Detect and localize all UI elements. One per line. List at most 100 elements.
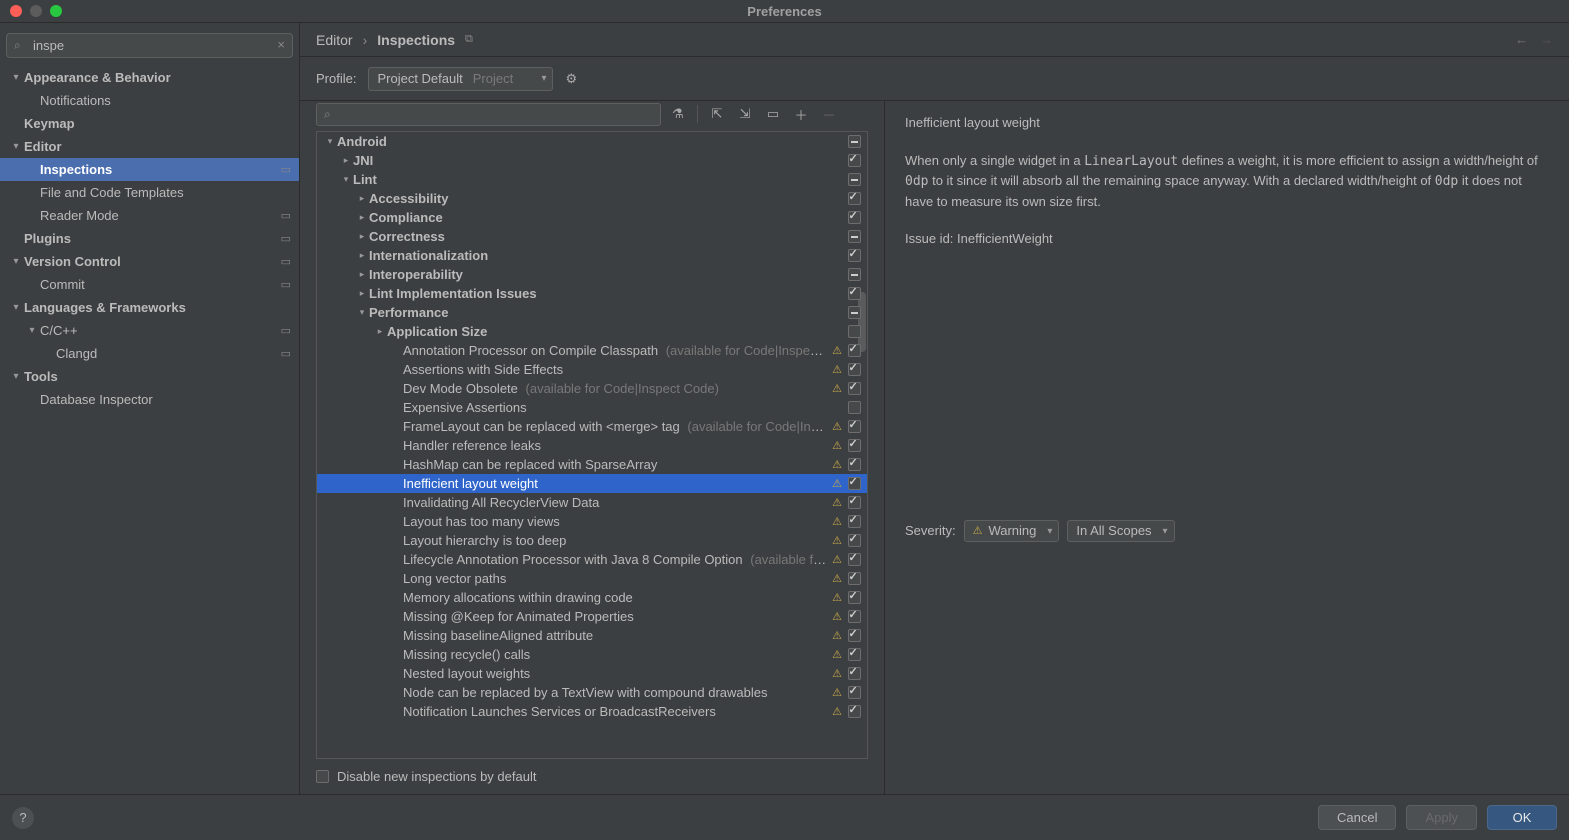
sidebar-item[interactable]: Reader Mode▭ [0,204,299,227]
inspection-item[interactable]: Missing @Keep for Animated Properties⚠ [317,607,867,626]
sidebar-item[interactable]: ▾Version Control▭ [0,250,299,273]
reset-icon[interactable]: ▭ [762,103,784,125]
inspection-item[interactable]: Inefficient layout weight⚠ [317,474,867,493]
inspection-checkbox[interactable] [848,572,861,585]
scrollbar-thumb[interactable] [858,292,866,352]
checkbox-mixed[interactable] [848,268,861,281]
inspection-search[interactable]: ⌕ [316,103,661,126]
sidebar-item[interactable]: Commit▭ [0,273,299,296]
sidebar-item[interactable]: Keymap [0,112,299,135]
sidebar-item[interactable]: ▾C/C++▭ [0,319,299,342]
disable-new-checkbox[interactable] [316,770,329,783]
inspection-item[interactable]: Handler reference leaks⚠ [317,436,867,455]
breadcrumb-part[interactable]: Editor [316,32,353,48]
inspection-checkbox[interactable] [848,325,861,338]
inspection-item[interactable]: Missing recycle() calls⚠ [317,645,867,664]
inspection-item[interactable]: ▾Lint [317,170,867,189]
profile-dropdown[interactable]: Project Default Project [368,67,553,91]
maximize-icon[interactable] [50,5,62,17]
inspection-checkbox[interactable] [848,154,861,167]
filter-icon[interactable]: ⚗ [667,103,689,125]
inspection-item[interactable]: HashMap can be replaced with SparseArray… [317,455,867,474]
help-icon[interactable]: ? [12,807,34,829]
inspection-checkbox[interactable] [848,477,861,490]
inspection-checkbox[interactable] [848,515,861,528]
remove-icon[interactable]: － [818,103,840,125]
inspection-search-input[interactable] [316,103,661,126]
inspection-item[interactable]: ▾Android [317,132,867,151]
inspection-checkbox[interactable] [848,249,861,262]
sidebar-item[interactable]: ▾Tools [0,365,299,388]
inspection-item[interactable]: ▸Accessibility [317,189,867,208]
inspection-checkbox[interactable] [848,401,861,414]
sidebar-item[interactable]: Clangd▭ [0,342,299,365]
inspection-tree[interactable]: ▾Android▸JNI▾Lint▸Accessibility▸Complian… [316,131,868,759]
settings-tree[interactable]: ▾Appearance & BehaviorNotificationsKeyma… [0,66,299,794]
inspection-item[interactable]: Long vector paths⚠ [317,569,867,588]
inspection-item[interactable]: Lifecycle Annotation Processor with Java… [317,550,867,569]
apply-button[interactable]: Apply [1406,805,1477,830]
inspection-checkbox[interactable] [848,686,861,699]
inspection-checkbox[interactable] [848,610,861,623]
inspection-item[interactable]: ▸Internationalization [317,246,867,265]
inspection-item[interactable]: Layout hierarchy is too deep⚠ [317,531,867,550]
close-icon[interactable] [10,5,22,17]
checkbox-mixed[interactable] [848,173,861,186]
inspection-item[interactable]: Annotation Processor on Compile Classpat… [317,341,867,360]
inspection-checkbox[interactable] [848,458,861,471]
inspection-item[interactable]: Notification Launches Services or Broadc… [317,702,867,721]
inspection-item[interactable]: ▸Interoperability [317,265,867,284]
inspection-checkbox[interactable] [848,496,861,509]
inspection-item[interactable]: ▸Application Size [317,322,867,341]
inspection-checkbox[interactable] [848,363,861,376]
clear-icon[interactable]: × [277,37,285,52]
inspection-checkbox[interactable] [848,344,861,357]
sidebar-item[interactable]: File and Code Templates [0,181,299,204]
gear-icon[interactable]: ⚙ [565,71,577,87]
sidebar-item[interactable]: Database Inspector [0,388,299,411]
inspection-item[interactable]: Nested layout weights⚠ [317,664,867,683]
inspection-checkbox[interactable] [848,287,861,300]
inspection-checkbox[interactable] [848,705,861,718]
inspection-checkbox[interactable] [848,648,861,661]
expand-all-icon[interactable]: ⇱ [706,103,728,125]
back-icon[interactable]: ← [1515,32,1528,47]
minimize-icon[interactable] [30,5,42,17]
inspection-item[interactable]: Layout has too many views⚠ [317,512,867,531]
checkbox-mixed[interactable] [848,230,861,243]
checkbox-mixed[interactable] [848,135,861,148]
inspection-item[interactable]: Missing baselineAligned attribute⚠ [317,626,867,645]
inspection-checkbox[interactable] [848,211,861,224]
inspection-item[interactable]: ▸JNI [317,151,867,170]
ok-button[interactable]: OK [1487,805,1557,830]
inspection-checkbox[interactable] [848,591,861,604]
settings-search[interactable]: ⌕ × [6,33,293,58]
inspection-item[interactable]: Memory allocations within drawing code⚠ [317,588,867,607]
sidebar-item[interactable]: ▾Languages & Frameworks [0,296,299,319]
settings-search-input[interactable] [6,33,293,58]
inspection-item[interactable]: ▸Lint Implementation Issues [317,284,867,303]
inspection-checkbox[interactable] [848,192,861,205]
sidebar-item[interactable]: Inspections▭ [0,158,299,181]
inspection-checkbox[interactable] [848,553,861,566]
inspection-item[interactable]: ▸Compliance [317,208,867,227]
inspection-item[interactable]: Invalidating All RecyclerView Data⚠ [317,493,867,512]
inspection-checkbox[interactable] [848,629,861,642]
cancel-button[interactable]: Cancel [1318,805,1396,830]
sidebar-item[interactable]: Notifications [0,89,299,112]
checkbox-mixed[interactable] [848,306,861,319]
add-icon[interactable]: ＋ [790,103,812,125]
inspection-checkbox[interactable] [848,534,861,547]
inspection-checkbox[interactable] [848,382,861,395]
scope-dropdown[interactable]: In All Scopes [1067,520,1174,542]
inspection-item[interactable]: ▸Correctness [317,227,867,246]
inspection-item[interactable]: Expensive Assertions [317,398,867,417]
collapse-all-icon[interactable]: ⇲ [734,103,756,125]
inspection-item[interactable]: FrameLayout can be replaced with <merge>… [317,417,867,436]
inspection-item[interactable]: ▾Performance [317,303,867,322]
sidebar-item[interactable]: Plugins▭ [0,227,299,250]
inspection-item[interactable]: Dev Mode Obsolete (available for Code|In… [317,379,867,398]
sidebar-item[interactable]: ▾Editor [0,135,299,158]
inspection-item[interactable]: Assertions with Side Effects⚠ [317,360,867,379]
sidebar-item[interactable]: ▾Appearance & Behavior [0,66,299,89]
